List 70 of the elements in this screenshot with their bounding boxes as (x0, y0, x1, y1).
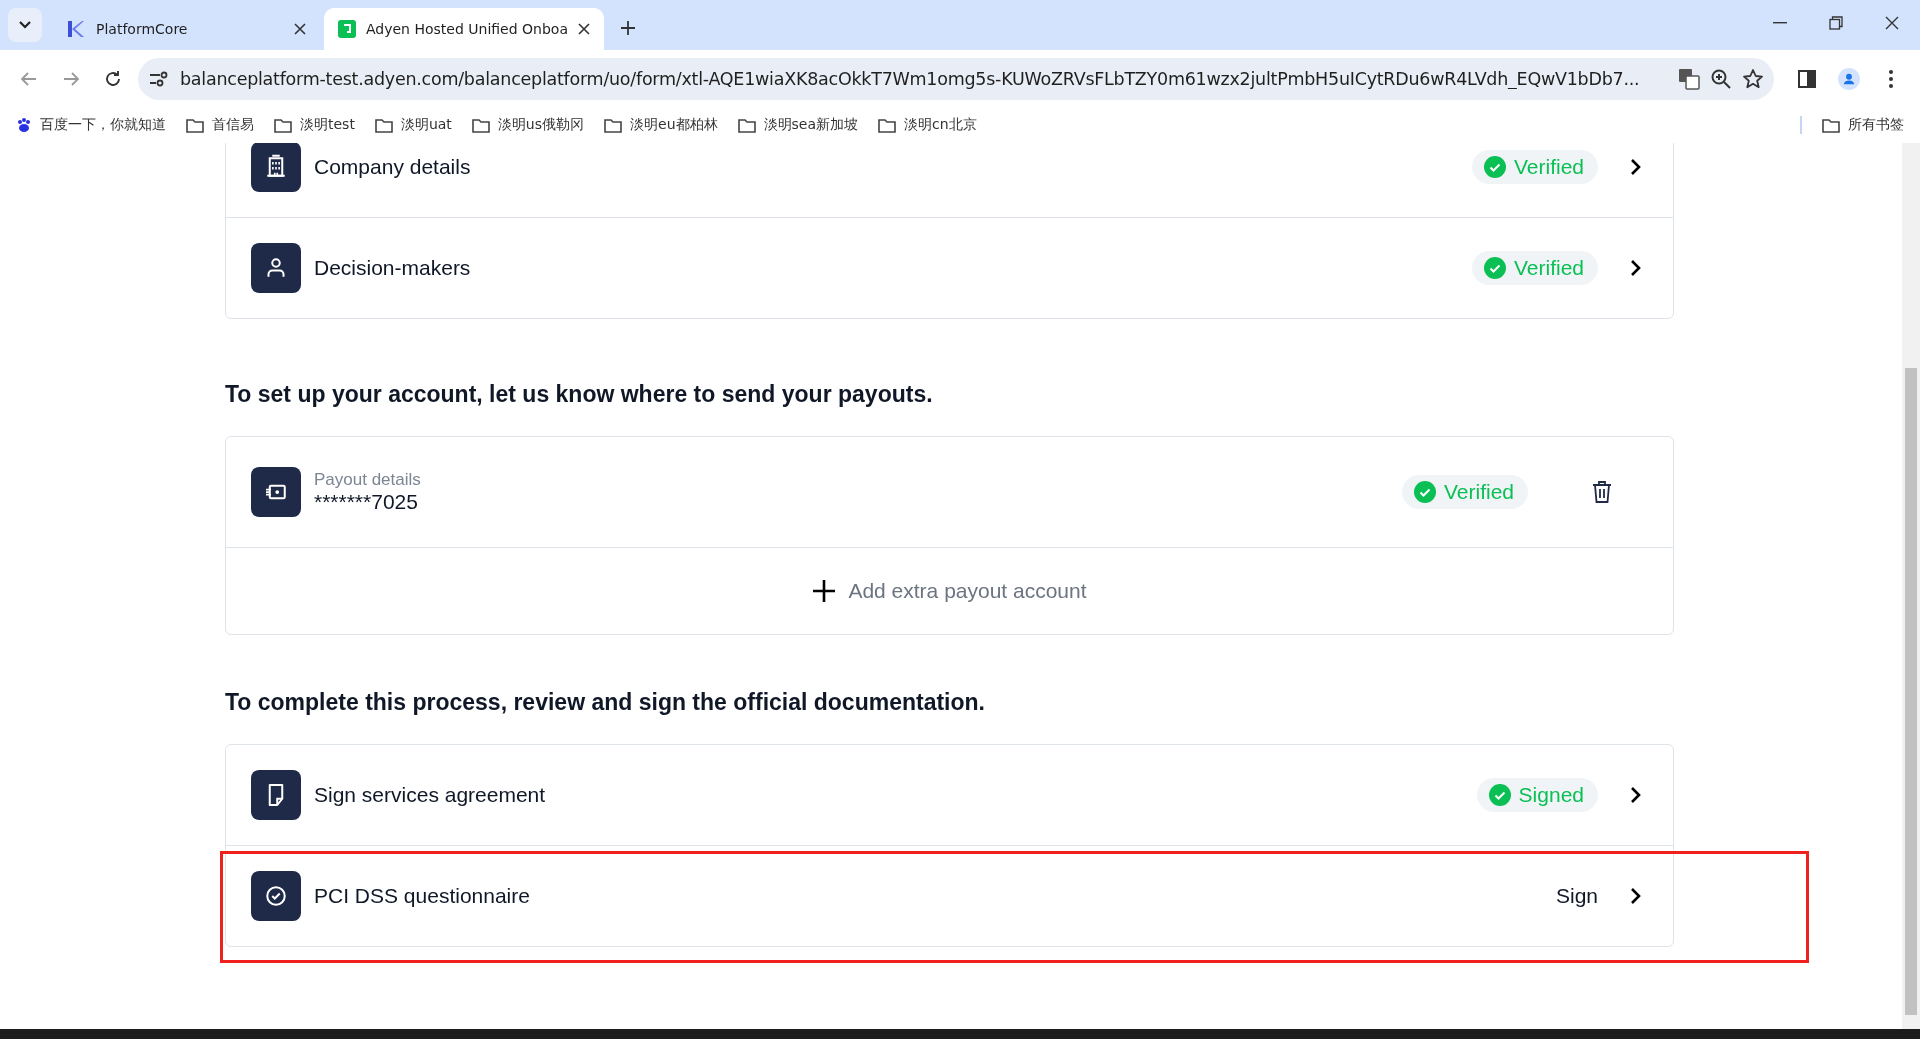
folder-icon (471, 117, 490, 133)
forward-arrow-icon[interactable] (62, 69, 80, 88)
section-heading: To set up your account, let us know where to send your payouts. (225, 381, 934, 408)
chevron-right-icon[interactable] (1629, 157, 1643, 177)
bookmark-item[interactable]: 首信易 (186, 116, 254, 134)
person-icon (251, 243, 301, 293)
site-settings-icon[interactable] (148, 69, 170, 88)
check-circle-icon (1483, 156, 1506, 178)
menu-icon[interactable] (1888, 68, 1894, 89)
url-text: balanceplatform-test.adyen.com/balanceplatform/uo/form/xtl-AQE1wiaXK8acOkkT7Wm1omg5s-KUWoZRVsFLbTZY0m61wzx2jultPmbH5uICytRDu6wR4LVdh_EQwV1bDb7... (180, 68, 1641, 89)
check-circle-icon (1488, 784, 1511, 806)
check-circle-icon (1413, 481, 1436, 503)
task-row[interactable]: Sign services agreement Signed (226, 745, 1673, 845)
payout-label: Payout details (314, 470, 422, 490)
plus-icon[interactable] (619, 20, 636, 36)
chevron-right-icon[interactable] (1629, 258, 1643, 278)
status-label: Verified (1443, 480, 1514, 504)
scrollbar[interactable] (1902, 143, 1920, 1029)
bookmark-item[interactable]: 淡明sea新加坡 (737, 116, 858, 134)
bookmark-item[interactable]: 淡明uat (374, 116, 452, 134)
money-card-icon (251, 467, 301, 517)
add-payout-button[interactable]: Add extra payout account (226, 548, 1673, 634)
address-bar[interactable]: balanceplatform-test.adyen.com/balanceplatform/uo/form/xtl-AQE1wiaXK8acOkkT7Wm1omg5s-KUWoZRVsFLbTZY0m61wzx2jultPmbH5uICytRDu6wR4LVdh_EQwV1bDb7... (138, 57, 1774, 100)
row-title: Company details (314, 155, 472, 179)
zoom-icon[interactable] (1710, 67, 1732, 90)
reload-icon[interactable] (104, 69, 122, 88)
translate-icon[interactable] (1678, 67, 1700, 90)
chevron-down-icon (18, 20, 32, 30)
plus-icon (812, 579, 837, 603)
task-row[interactable]: Company details Verified (226, 143, 1673, 217)
folder-icon (1822, 117, 1840, 133)
row-title: Sign services agreement (314, 783, 547, 807)
bookmark-item[interactable]: 淡明eu都柏林 (604, 116, 718, 134)
status-label: Verified (1513, 155, 1584, 179)
bookmark-item[interactable]: 淡明cn北京 (878, 116, 977, 134)
all-bookmarks-item[interactable]: 所有书签 (1822, 116, 1904, 134)
folder-icon (737, 117, 756, 133)
sign-link[interactable]: Sign (1555, 884, 1598, 908)
browser-tab[interactable]: PlatformCore (52, 8, 320, 50)
status-label: Signed (1518, 783, 1584, 807)
k-logo-favicon (66, 19, 86, 39)
close-icon[interactable] (294, 23, 306, 35)
folder-icon (374, 117, 393, 133)
row-title: Decision-makers (314, 256, 472, 280)
check-circle-icon (1483, 257, 1506, 279)
folder-icon (604, 117, 622, 133)
back-arrow-icon[interactable] (20, 69, 38, 88)
task-row[interactable]: Decision-makers Verified (226, 218, 1673, 318)
bookmark-item[interactable]: 百度一下，你就知道 (16, 116, 166, 134)
bookmark-item[interactable]: 淡明test (274, 116, 355, 134)
browser-tab[interactable]: Adyen Hosted Unified Onboa (324, 8, 604, 50)
chevron-right-icon[interactable] (1629, 785, 1643, 805)
square-favicon (338, 20, 356, 38)
bookmark-item[interactable]: 淡明us俄勒冈 (471, 116, 584, 134)
chevron-right-icon[interactable] (1629, 886, 1643, 906)
account-number: *******7025 (314, 490, 419, 514)
tab-list-button[interactable] (8, 8, 42, 42)
document-icon (251, 770, 301, 820)
status-label: Verified (1513, 256, 1584, 280)
folder-icon (186, 117, 204, 133)
star-icon[interactable] (1742, 67, 1764, 90)
paw-icon (16, 117, 32, 133)
close-icon[interactable] (577, 23, 590, 35)
task-row[interactable]: PCI DSS questionnaire Sign (226, 846, 1673, 946)
side-panel-icon[interactable] (1797, 68, 1817, 89)
folder-icon (878, 117, 896, 133)
row-title: PCI DSS questionnaire (314, 884, 531, 908)
section-heading: To complete this process, review and sign the official documentation. (225, 689, 986, 716)
folder-icon (274, 117, 292, 133)
trash-icon[interactable] (1591, 480, 1613, 504)
